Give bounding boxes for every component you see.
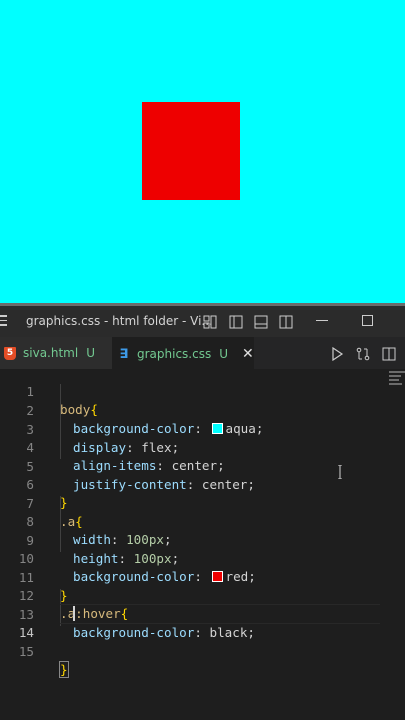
code-line: 4 align-items: center; [0,420,405,474]
code-line: 14 [0,605,405,640]
browser-preview [0,0,405,303]
text-cursor [73,606,75,621]
html-file-icon: 5 [4,346,16,360]
code-line: 5 justify-content: center; [0,439,405,493]
brace: } [59,661,69,679]
untracked-badge: U [86,346,95,360]
customize-layout-icon[interactable] [203,314,217,329]
code-line: 8 width: 100px; [0,494,405,548]
tab-filename: graphics.css [137,347,212,361]
code-line: 6 } [0,457,405,511]
code-line: 10 background-color: red; [0,531,405,585]
code-line: 7 .a{ [0,476,405,530]
close-tab-icon[interactable]: ✕ [242,346,254,362]
line-number: 15 [18,643,34,659]
code-line: 11 } [0,550,405,604]
css-file-icon: ∃ [119,346,129,362]
untracked-badge: U [219,347,229,361]
code-line: 3 display: flex; [0,402,405,456]
code-line: 1 body{ [0,364,405,418]
tab-filename: siva.html [23,346,79,360]
code-line: 13 background-color: black; [0,587,405,641]
toggle-sidebar-icon[interactable] [229,314,243,329]
toggle-secondary-sidebar-icon[interactable] [279,314,293,329]
run-icon[interactable] [330,346,344,362]
title-bar: graphics.css - html folder - Vi... [0,306,405,337]
split-editor-icon[interactable] [382,346,396,361]
maximize-icon[interactable] [362,315,373,326]
code-line: 15 } [0,624,405,679]
minimize-icon[interactable] [316,320,328,321]
menu-icon[interactable] [0,315,7,327]
compare-changes-icon[interactable] [356,346,370,361]
toggle-panel-icon[interactable] [254,314,268,329]
red-box[interactable] [142,102,240,200]
code-line: 12 .a:hover{ [0,568,405,622]
window-title: graphics.css - html folder - Vi... [26,314,213,328]
code-line: 9 height: 100px; [0,513,405,567]
code-editor[interactable]: 1 body{ 2 background-color: aqua; 3 disp… [0,369,405,720]
code-line: 2 background-color: aqua; [0,383,405,437]
mouse-ibeam-icon [338,465,342,479]
minimap[interactable] [388,369,405,399]
